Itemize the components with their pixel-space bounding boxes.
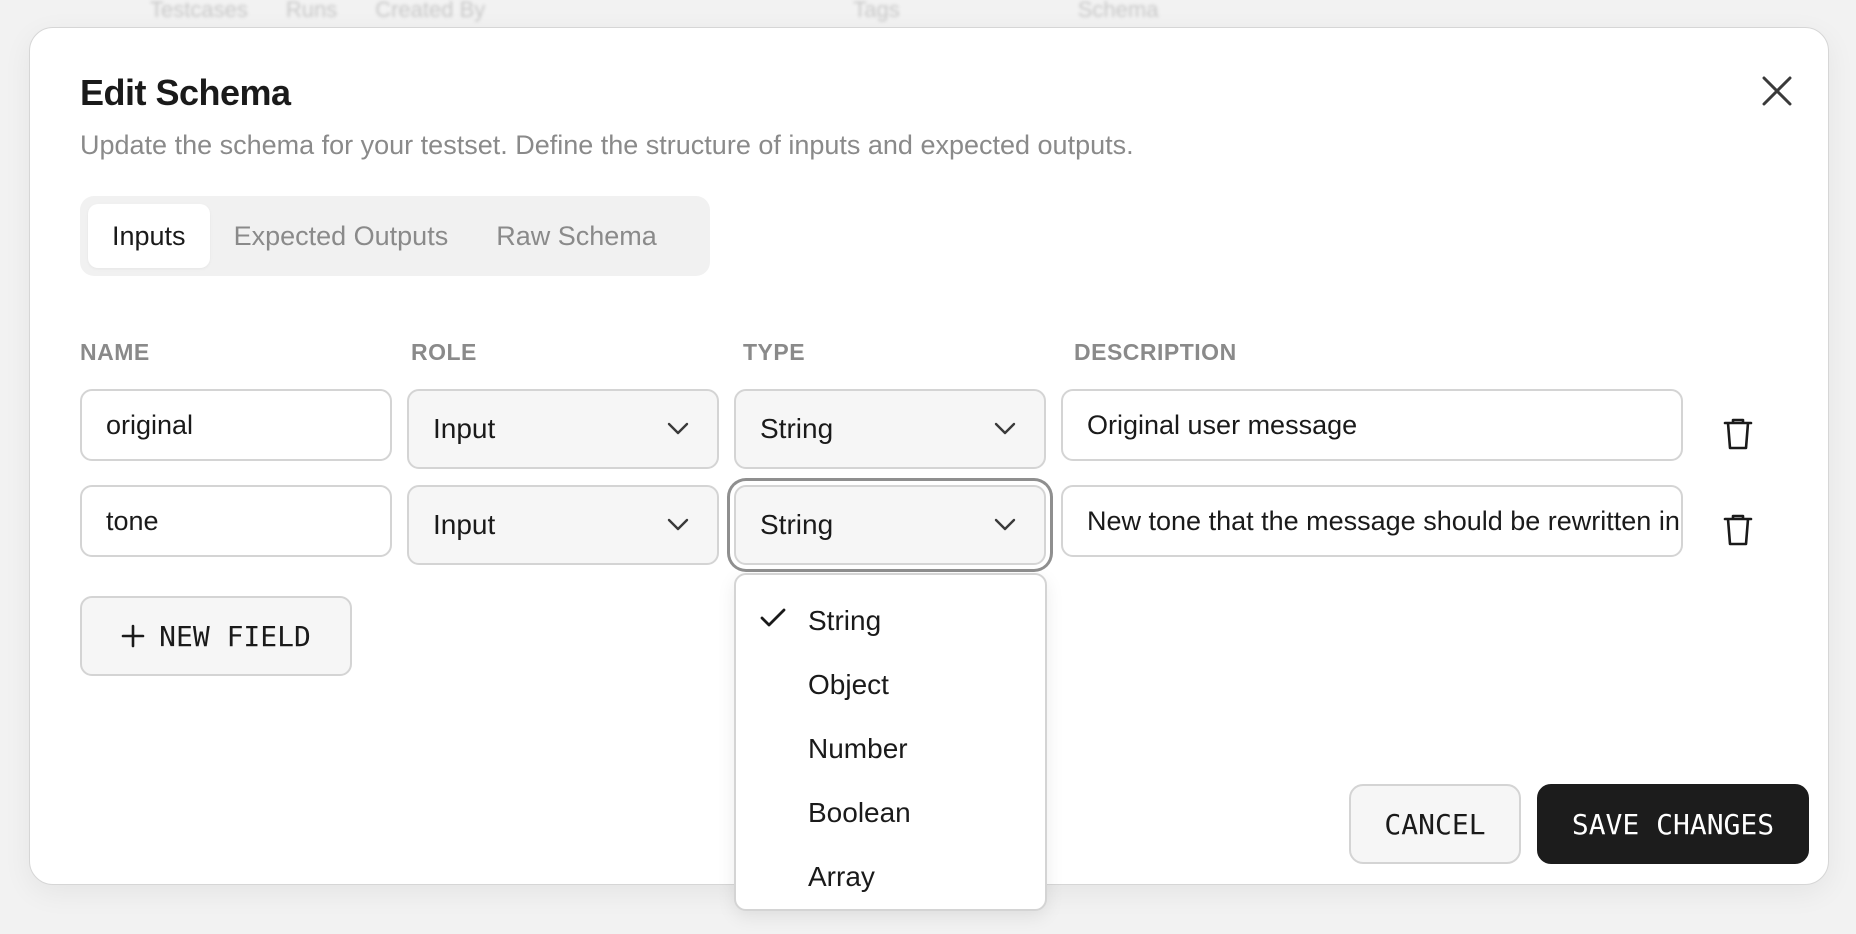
new-field-label: NEW FIELD bbox=[159, 619, 311, 653]
field-role-select[interactable]: Input bbox=[407, 389, 719, 469]
chevron-down-icon bbox=[667, 422, 689, 435]
column-header-role: ROLE bbox=[411, 339, 477, 365]
field-description-value: New tone that the message should be rewr… bbox=[1087, 505, 1680, 536]
background-header-cell: Tags bbox=[853, 0, 900, 22]
dropdown-option-string[interactable]: String bbox=[736, 589, 1045, 653]
background-table-header: Testcases Runs Created By Tags Schema bbox=[0, 0, 1856, 30]
background-header-cell: Testcases bbox=[150, 0, 248, 22]
dropdown-option-boolean[interactable]: Boolean bbox=[736, 781, 1045, 845]
new-field-button[interactable]: NEW FIELD bbox=[80, 596, 352, 676]
dropdown-option-label: Array bbox=[808, 861, 875, 892]
type-dropdown-menu: String Object Number Boolean Array bbox=[734, 573, 1047, 911]
background-header-cell: Created By bbox=[375, 0, 486, 22]
dropdown-option-number[interactable]: Number bbox=[736, 717, 1045, 781]
dropdown-option-label: Boolean bbox=[808, 797, 911, 828]
tab-expected-outputs[interactable]: Expected Outputs bbox=[210, 204, 473, 268]
dropdown-option-object[interactable]: Object bbox=[736, 653, 1045, 717]
cancel-button[interactable]: CANCEL bbox=[1349, 784, 1521, 864]
save-changes-button[interactable]: SAVE CHANGES bbox=[1537, 784, 1809, 864]
field-role-value: Input bbox=[433, 413, 496, 444]
trash-icon bbox=[1723, 418, 1753, 450]
tab-raw-schema[interactable]: Raw Schema bbox=[472, 204, 681, 268]
field-name-input[interactable]: tone bbox=[80, 485, 392, 557]
dropdown-option-label: Number bbox=[808, 733, 908, 764]
dropdown-option-array[interactable]: Array bbox=[736, 845, 1045, 909]
delete-field-button[interactable] bbox=[1718, 412, 1758, 456]
delete-field-button[interactable] bbox=[1718, 508, 1758, 552]
chevron-down-icon bbox=[994, 422, 1016, 435]
modal-title: Edit Schema bbox=[80, 72, 291, 113]
chevron-down-icon bbox=[667, 518, 689, 531]
background-header-cell: Schema bbox=[1077, 0, 1159, 22]
field-type-value: String bbox=[760, 413, 834, 444]
column-header-description: DESCRIPTION bbox=[1074, 339, 1237, 365]
close-button[interactable] bbox=[1752, 66, 1802, 116]
column-header-name: NAME bbox=[80, 339, 150, 365]
field-role-select[interactable]: Input bbox=[407, 485, 719, 565]
field-description-input[interactable]: Original user message bbox=[1061, 389, 1683, 461]
trash-icon bbox=[1723, 514, 1753, 546]
field-type-value: String bbox=[760, 509, 834, 540]
field-role-value: Input bbox=[433, 509, 496, 540]
dropdown-option-label: Object bbox=[808, 669, 889, 700]
field-type-select[interactable]: String bbox=[734, 389, 1046, 469]
tab-inputs[interactable]: Inputs bbox=[88, 204, 210, 268]
chevron-down-icon bbox=[994, 518, 1016, 531]
field-description-input[interactable]: New tone that the message should be rewr… bbox=[1061, 485, 1683, 557]
field-description-value: Original user message bbox=[1087, 409, 1358, 440]
field-name-value: original bbox=[106, 409, 194, 440]
modal-subtitle: Update the schema for your testset. Defi… bbox=[80, 130, 1134, 160]
plus-icon bbox=[121, 624, 145, 648]
column-header-type: TYPE bbox=[743, 339, 806, 365]
background-header-cell: Runs bbox=[285, 0, 338, 22]
field-type-select-open[interactable]: String bbox=[734, 485, 1046, 565]
dropdown-option-label: String bbox=[808, 605, 882, 636]
field-name-value: tone bbox=[106, 505, 159, 536]
schema-tabs: Inputs Expected Outputs Raw Schema bbox=[80, 196, 710, 276]
field-name-input[interactable]: original bbox=[80, 389, 392, 461]
close-icon bbox=[1762, 76, 1792, 106]
check-icon bbox=[760, 608, 786, 627]
